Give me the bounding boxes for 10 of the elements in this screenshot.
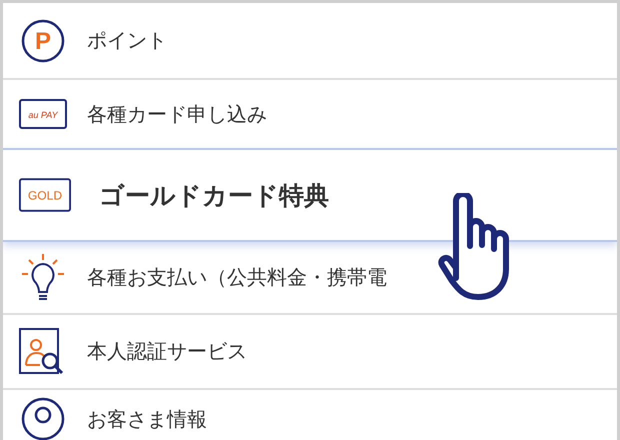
menu-label: 各種カード申し込み xyxy=(87,100,267,128)
card-label-icon: GOLD xyxy=(19,177,71,213)
p-circle-icon: P xyxy=(21,18,65,62)
menu-label: 本人認証サービス xyxy=(87,338,247,365)
card-logo-icon: au PAY xyxy=(19,99,67,129)
menu-label: お客さま情報 xyxy=(87,406,207,432)
menu-label: ゴールドカード特典 xyxy=(99,180,329,212)
menu-label: ポイント xyxy=(87,27,167,54)
menu-label: 各種お支払い（公共料金・携帯電 xyxy=(87,264,387,291)
menu-item[interactable]: GOLD ゴールドカード特典 xyxy=(3,148,617,242)
